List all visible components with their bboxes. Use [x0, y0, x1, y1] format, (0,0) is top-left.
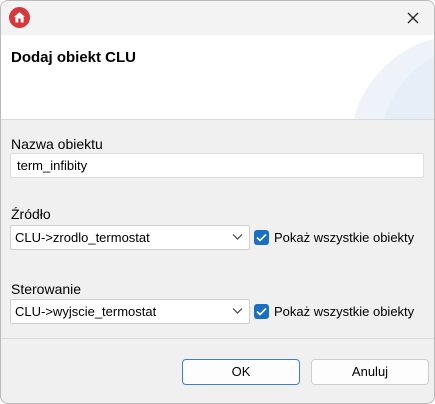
ok-button[interactable]: OK — [182, 359, 300, 385]
home-icon — [9, 7, 30, 28]
source-show-all-option[interactable]: Pokaż wszystkie obiekty — [254, 225, 414, 250]
close-button[interactable] — [400, 5, 426, 31]
dialog-title: Dodaj obiekt CLU — [11, 49, 137, 66]
checkmark-icon — [256, 233, 267, 242]
source-show-all-checkbox[interactable] — [254, 230, 269, 245]
header-decoration — [354, 39, 434, 119]
footer-divider — [1, 338, 434, 339]
control-show-all-label: Pokaż wszystkie obiekty — [274, 304, 415, 319]
chevron-down-icon — [232, 308, 243, 314]
dialog-header: Dodaj obiekt CLU — [1, 35, 434, 119]
header-divider — [1, 119, 434, 120]
source-show-all-label: Pokaż wszystkie obiekty — [274, 230, 415, 245]
checkmark-icon — [256, 307, 267, 316]
title-bar — [1, 1, 434, 35]
cancel-button[interactable]: Anuluj — [311, 359, 429, 385]
source-dropdown[interactable]: CLU->zrodlo_termostat — [10, 225, 250, 250]
chevron-down-icon — [232, 234, 243, 240]
object-name-field[interactable]: term_infibity — [10, 153, 424, 178]
source-label: Źródło — [11, 206, 51, 222]
control-dropdown[interactable]: CLU->wyjscie_termostat — [10, 299, 250, 324]
dialog-window: Dodaj obiekt CLU Nazwa obiektu term_infi… — [0, 0, 435, 404]
source-dropdown-value: CLU->zrodlo_termostat — [15, 230, 150, 245]
close-icon — [407, 12, 419, 24]
control-dropdown-value: CLU->wyjscie_termostat — [15, 304, 157, 319]
control-show-all-option[interactable]: Pokaż wszystkie obiekty — [254, 299, 414, 324]
control-show-all-checkbox[interactable] — [254, 304, 269, 319]
object-name-label: Nazwa obiektu — [11, 136, 103, 152]
control-label: Sterowanie — [11, 281, 82, 297]
